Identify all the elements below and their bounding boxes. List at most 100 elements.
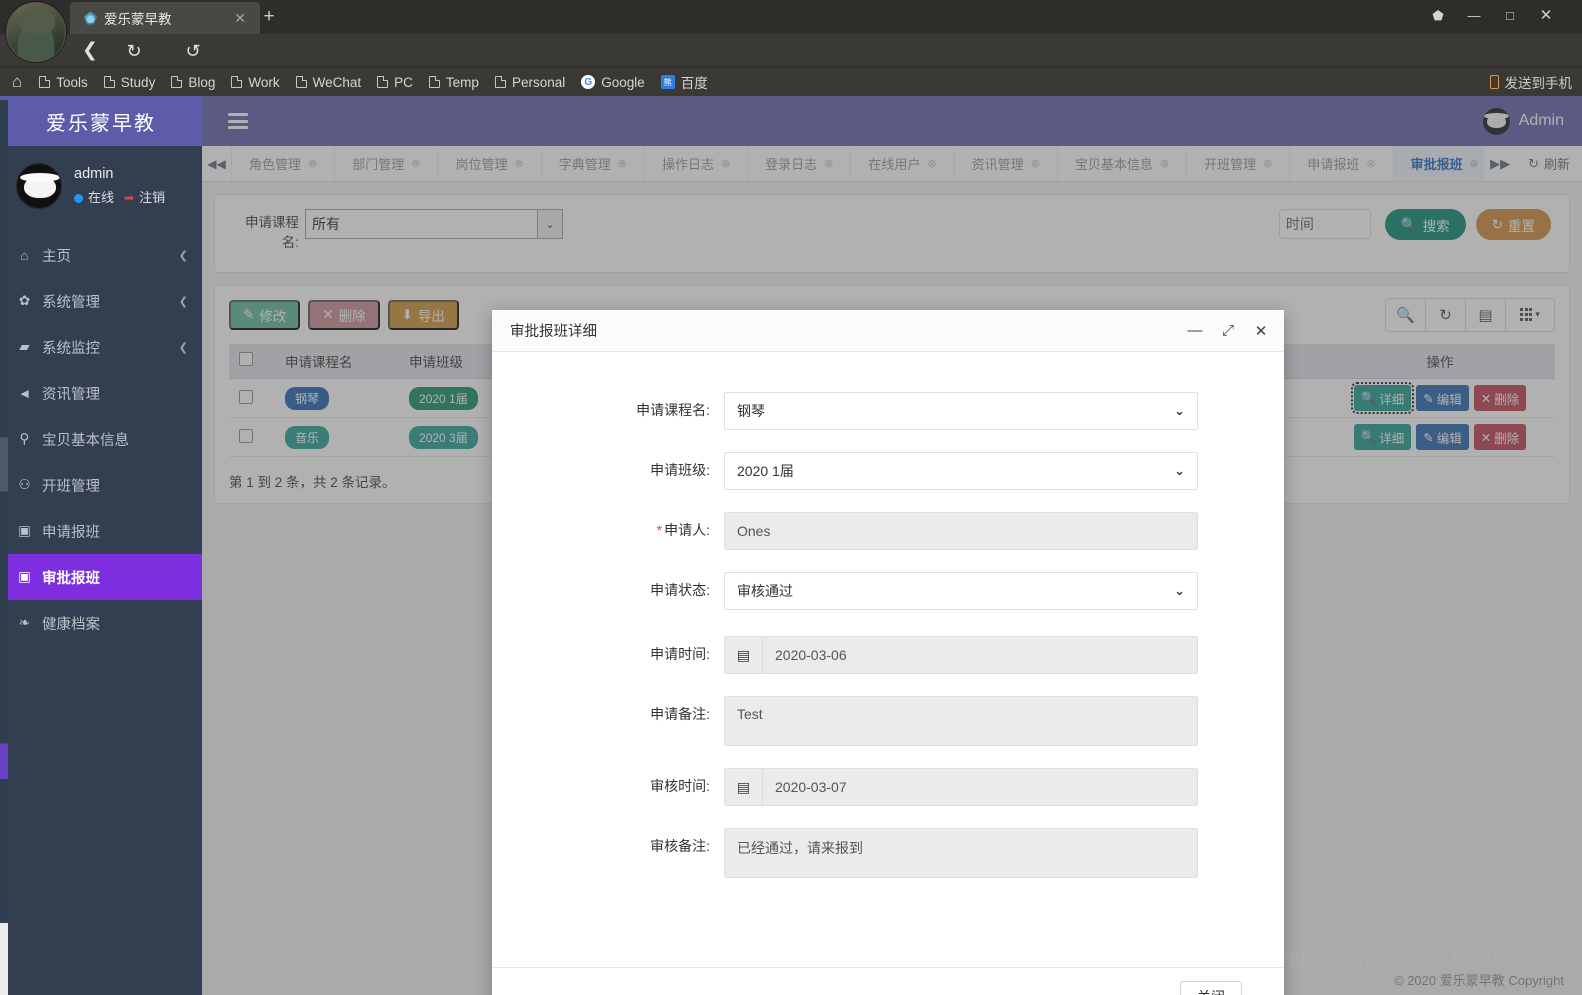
sidebar-user-status: 在线 ➡ 注销: [74, 187, 165, 210]
form-label-class: 申请班级:: [650, 462, 710, 478]
class-select[interactable]: 2020 1届 ⌄: [724, 452, 1198, 490]
sidebar-item-label: 系统监控: [42, 340, 100, 357]
gear-icon: ✿: [18, 293, 31, 309]
app-brand[interactable]: 爱乐蒙早教: [0, 96, 202, 146]
form-label-apply-remark: 申请备注:: [650, 706, 710, 722]
browser-tab[interactable]: 爱乐蒙早教 ✕: [70, 2, 260, 34]
sidebar-item-class-manage[interactable]: ⚇ 开班管理: [0, 462, 202, 508]
browser-tab-title: 爱乐蒙早教: [104, 12, 172, 27]
bookmark-baidu[interactable]: 熊百度: [654, 70, 715, 94]
close-icon[interactable]: ✕: [230, 10, 250, 27]
close-icon[interactable]: ✕: [1252, 322, 1270, 340]
sidebar-item-label: 申请报班: [42, 524, 100, 541]
bookmark-work[interactable]: Work: [224, 73, 286, 92]
bookmark-personal[interactable]: Personal: [488, 73, 572, 92]
sidebar-item-label: 审批报班: [42, 570, 100, 587]
form-row-class: 申请班级: 2020 1届 ⌄: [492, 452, 1284, 490]
form-label-review-time: 审核时间:: [650, 778, 710, 794]
sidebar-item-approve-class[interactable]: ▣ 审批报班: [0, 554, 202, 601]
bookmark-blog[interactable]: Blog: [164, 73, 222, 92]
back-icon[interactable]: ❮: [75, 38, 105, 64]
apply-date-field[interactable]: ▤ 2020-03-06: [724, 636, 1198, 674]
window-minimize-button[interactable]: —: [1463, 8, 1485, 24]
bookmark-wechat[interactable]: WeChat: [289, 73, 369, 92]
reload-icon[interactable]: ↻: [119, 38, 149, 64]
bookmark-google[interactable]: G Google: [574, 73, 652, 92]
bookmark-label: Study: [120, 74, 156, 90]
form-label-course: 申请课程名:: [636, 402, 710, 418]
history-back-icon[interactable]: ↺: [178, 38, 208, 64]
review-remark-textarea[interactable]: 已经通过，请来报到: [724, 828, 1198, 878]
close-dialog-button[interactable]: 关闭: [1180, 980, 1242, 995]
approval-detail-dialog: 审批报班详细 — ⤢ ✕ 申请课程名: 钢琴 ⌄ 申请班级: 2020 1届 ⌄…: [492, 310, 1284, 995]
form-row-apply-time: 申请时间: ▤ 2020-03-06: [492, 636, 1284, 674]
window-close-button[interactable]: ✕: [1535, 8, 1557, 24]
sidebar-item-baby-info[interactable]: ⚲ 宝贝基本信息: [0, 416, 202, 462]
calendar-icon[interactable]: ▤: [725, 637, 763, 673]
send-to-phone-button[interactable]: 发送到手机: [1489, 72, 1572, 92]
calendar-icon[interactable]: ▤: [725, 769, 763, 805]
sidebar-item-health-record[interactable]: ❧ 健康档案: [0, 600, 202, 646]
bookmark-label: WeChat: [312, 74, 362, 90]
form-row-apply-remark: 申请备注: Test: [492, 696, 1284, 746]
window-maximize-button[interactable]: □: [1499, 8, 1521, 24]
bookmark-label: Temp: [445, 74, 479, 90]
megaphone-icon: ◄: [17, 385, 32, 401]
form-label-review-remark: 审核备注:: [650, 838, 710, 854]
folder-icon: [231, 76, 243, 88]
logout-icon[interactable]: ➡: [124, 188, 134, 209]
sidebar-item-home[interactable]: ⌂ 主页 ❮: [0, 232, 202, 278]
folder-icon: [428, 76, 440, 88]
sidebar-item-apply-class[interactable]: ▣ 申请报班: [0, 508, 202, 554]
phone-icon: [1489, 75, 1499, 89]
form-label-status: 申请状态:: [650, 582, 710, 598]
leaf-icon: ❧: [18, 615, 31, 631]
sidebar-menu: ⌂ 主页 ❮ ✿ 系统管理 ❮ ▰ 系统监控 ❮ ◄ 资讯管理 ⚲ 宝贝基本信息…: [0, 232, 202, 646]
calendar-check-icon: ▣: [18, 569, 31, 585]
sidebar-item-system-monitor[interactable]: ▰ 系统监控 ❮: [0, 324, 202, 370]
folder-icon: [377, 76, 389, 88]
course-select[interactable]: 钢琴 ⌄: [724, 392, 1198, 430]
review-date-field[interactable]: ▤ 2020-03-07: [724, 768, 1198, 806]
bookmark-study[interactable]: Study: [97, 73, 163, 92]
sidebar-item-label: 资讯管理: [42, 386, 100, 403]
applicant-field[interactable]: Ones: [724, 512, 1198, 550]
required-marker: *: [656, 522, 663, 538]
apply-remark-textarea[interactable]: Test: [724, 696, 1198, 746]
bookmark-tools[interactable]: Tools: [32, 73, 95, 92]
chevron-left-icon: ❮: [178, 341, 188, 354]
baidu-icon: 熊: [660, 75, 675, 89]
sidebar-item-news-manage[interactable]: ◄ 资讯管理: [0, 370, 202, 416]
logout-label[interactable]: 注销: [139, 187, 165, 210]
form-row-status: 申请状态: 审核通过 ⌄: [492, 572, 1284, 610]
bookmark-pc[interactable]: PC: [370, 73, 420, 92]
home-icon[interactable]: ⌂: [10, 72, 30, 92]
page-viewport: 爱乐蒙早教 admin 在线 ➡ 注销 ⌂ 主页 ❮ ✿ 系统管理 ❮ ▰ 系统…: [0, 96, 1582, 995]
folder-icon: [39, 76, 51, 88]
form-row-applicant: * 申请人: Ones: [492, 512, 1284, 550]
folder-icon: [295, 76, 307, 88]
chevron-left-icon: ❮: [178, 295, 188, 308]
bookmark-label: Tools: [56, 74, 88, 90]
sidebar-user-name: admin: [74, 166, 114, 182]
browser-profile-avatar[interactable]: [6, 2, 66, 62]
bookmark-label: Google: [601, 74, 645, 90]
avatar[interactable]: [16, 163, 62, 210]
home-icon: ⌂: [20, 247, 29, 263]
new-tab-button[interactable]: +: [258, 7, 280, 27]
status-select[interactable]: 审核通过 ⌄: [724, 572, 1198, 610]
sidebar-item-label: 主页: [42, 248, 71, 265]
form-row-review-remark: 审核备注: 已经通过，请来报到: [492, 828, 1284, 878]
maximize-icon[interactable]: ⤢: [1219, 322, 1237, 339]
bookmarks-bar: ⌂ Tools Study Blog Work WeChat PC Temp P…: [0, 68, 1582, 96]
folder-icon: [103, 76, 115, 88]
video-icon: ▰: [19, 339, 30, 355]
sidebar-item-system-manage[interactable]: ✿ 系统管理 ❮: [0, 278, 202, 324]
online-dot-icon: [74, 194, 83, 204]
minimize-icon[interactable]: —: [1186, 322, 1204, 339]
sidebar-item-label: 开班管理: [42, 478, 100, 495]
chevron-down-icon: ⌄: [1174, 463, 1185, 478]
extensions-icon[interactable]: ⬟: [1427, 8, 1449, 24]
bookmark-temp[interactable]: Temp: [422, 73, 486, 92]
favicon-icon: [84, 11, 97, 25]
